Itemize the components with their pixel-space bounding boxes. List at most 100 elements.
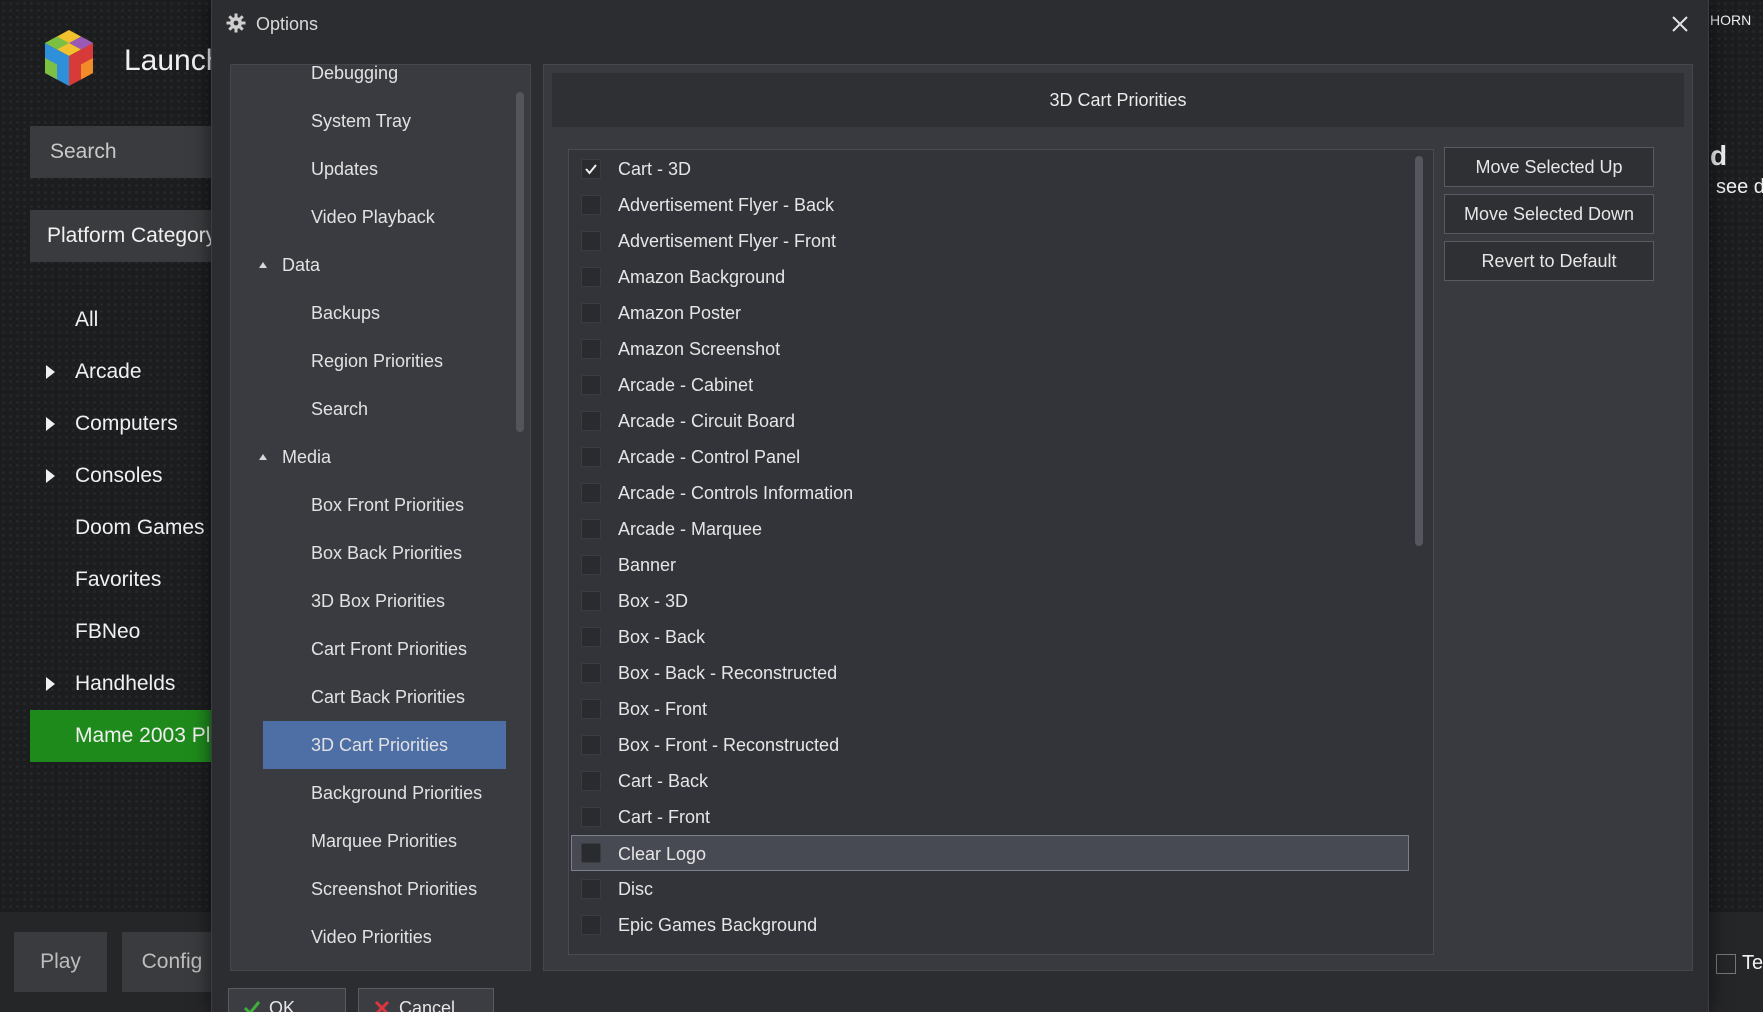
priority-item-arcade-marquee[interactable]: Arcade - Marquee bbox=[569, 511, 1409, 547]
checkbox[interactable] bbox=[581, 591, 601, 611]
checkbox[interactable] bbox=[581, 447, 601, 467]
priority-item-epic-games-background[interactable]: Epic Games Background bbox=[569, 907, 1409, 943]
priority-item-banner[interactable]: Banner bbox=[569, 547, 1409, 583]
priority-item-clear-logo[interactable]: Clear Logo bbox=[571, 835, 1409, 871]
priority-item-arcade-control-panel[interactable]: Arcade - Control Panel bbox=[569, 439, 1409, 475]
priority-item-label: Arcade - Controls Information bbox=[618, 483, 854, 503]
priority-item-arcade-cabinet[interactable]: Arcade - Cabinet bbox=[569, 367, 1409, 403]
dialog-title: Options bbox=[256, 14, 319, 34]
close-icon[interactable] bbox=[1666, 10, 1694, 38]
nav-item-cart-front-priorities[interactable]: Cart Front Priorities bbox=[231, 625, 530, 673]
nav-item-video-priorities[interactable]: Video Priorities bbox=[231, 913, 530, 961]
platform-item-doom-games[interactable]: Doom Games bbox=[30, 502, 230, 554]
checkbox[interactable] bbox=[581, 807, 601, 827]
dialog-titlebar[interactable]: Options bbox=[212, 0, 1708, 50]
nav-item-background-priorities[interactable]: Background Priorities bbox=[231, 769, 530, 817]
config-button[interactable]: Config bbox=[122, 932, 222, 992]
nav-item-label: Media bbox=[282, 447, 332, 467]
nav-item-cart-back-priorities[interactable]: Cart Back Priorities bbox=[231, 673, 530, 721]
priority-item-cart-3d[interactable]: Cart - 3D bbox=[569, 151, 1409, 187]
checkbox[interactable] bbox=[581, 663, 601, 683]
nav-item-box-back-priorities[interactable]: Box Back Priorities bbox=[231, 529, 530, 577]
nav-item-3d-box-priorities[interactable]: 3D Box Priorities bbox=[231, 577, 530, 625]
checkbox[interactable] bbox=[581, 699, 601, 719]
expand-arrow-icon[interactable] bbox=[46, 365, 55, 379]
checkbox[interactable] bbox=[581, 843, 601, 863]
priority-list-scrollbar-thumb[interactable] bbox=[1415, 156, 1423, 546]
checkbox[interactable] bbox=[581, 411, 601, 431]
nav-item-3d-cart-priorities[interactable]: 3D Cart Priorities bbox=[263, 721, 506, 769]
platform-item-arcade[interactable]: Arcade bbox=[30, 346, 230, 398]
expand-arrow-icon[interactable] bbox=[46, 417, 55, 431]
expand-arrow-icon[interactable] bbox=[46, 469, 55, 483]
priority-item-disc[interactable]: Disc bbox=[569, 871, 1409, 907]
checkbox[interactable] bbox=[581, 267, 601, 287]
nav-item-updates[interactable]: Updates bbox=[231, 145, 530, 193]
nav-item-region-priorities[interactable]: Region Priorities bbox=[231, 337, 530, 385]
checkbox[interactable] bbox=[581, 771, 601, 791]
priority-item-amazon-screenshot[interactable]: Amazon Screenshot bbox=[569, 331, 1409, 367]
nav-item-box-front-priorities[interactable]: Box Front Priorities bbox=[231, 481, 530, 529]
priority-item-box-front[interactable]: Box - Front bbox=[569, 691, 1409, 727]
platform-item-all[interactable]: All bbox=[30, 294, 230, 346]
checkmark-icon bbox=[243, 1001, 261, 1012]
nav-item-data[interactable]: Data bbox=[231, 241, 530, 289]
nav-item-debugging[interactable]: Debugging bbox=[231, 65, 530, 97]
nav-item-screenshot-priorities[interactable]: Screenshot Priorities bbox=[231, 865, 530, 913]
priority-item-box-front-reconstructed[interactable]: Box - Front - Reconstructed bbox=[569, 727, 1409, 763]
nav-item-system-tray[interactable]: System Tray bbox=[231, 97, 530, 145]
checkbox[interactable] bbox=[581, 735, 601, 755]
checkbox[interactable] bbox=[581, 519, 601, 539]
nav-item-marquee-priorities[interactable]: Marquee Priorities bbox=[231, 817, 530, 865]
checkbox[interactable] bbox=[581, 627, 601, 647]
checkbox[interactable] bbox=[581, 231, 601, 251]
platform-item-handhelds[interactable]: Handhelds bbox=[30, 658, 230, 710]
platform-item-consoles[interactable]: Consoles bbox=[30, 450, 230, 502]
bottom-checkbox[interactable] bbox=[1716, 954, 1736, 974]
platform-category-dropdown[interactable]: Platform Category bbox=[30, 210, 230, 262]
priority-item-arcade-controls-information[interactable]: Arcade - Controls Information bbox=[569, 475, 1409, 511]
cancel-button[interactable]: Cancel bbox=[358, 988, 494, 1012]
collapse-triangle-icon[interactable] bbox=[259, 454, 267, 460]
revert-to-default-button[interactable]: Revert to Default bbox=[1444, 241, 1654, 281]
priority-item-box-3d[interactable]: Box - 3D bbox=[569, 583, 1409, 619]
content-title: 3D Cart Priorities bbox=[552, 73, 1684, 127]
priority-item-amazon-poster[interactable]: Amazon Poster bbox=[569, 295, 1409, 331]
priority-item-label: Box - Front - Reconstructed bbox=[618, 735, 840, 755]
platform-item-mame-2003-pl[interactable]: Mame 2003 Pl bbox=[30, 710, 230, 762]
nav-scrollbar-thumb[interactable] bbox=[516, 92, 524, 432]
nav-item-video-playback[interactable]: Video Playback bbox=[231, 193, 530, 241]
platform-item-computers[interactable]: Computers bbox=[30, 398, 230, 450]
platform-item-favorites[interactable]: Favorites bbox=[30, 554, 230, 606]
checkbox[interactable] bbox=[581, 915, 601, 935]
checkbox[interactable] bbox=[581, 555, 601, 575]
collapse-triangle-icon[interactable] bbox=[259, 262, 267, 268]
priority-item-arcade-circuit-board[interactable]: Arcade - Circuit Board bbox=[569, 403, 1409, 439]
priority-item-cart-back[interactable]: Cart - Back bbox=[569, 763, 1409, 799]
nav-item-backups[interactable]: Backups bbox=[231, 289, 530, 337]
checkbox[interactable] bbox=[581, 303, 601, 323]
checkbox[interactable] bbox=[581, 879, 601, 899]
priority-item-label: Cart - 3D bbox=[618, 159, 692, 179]
priority-item-cart-front[interactable]: Cart - Front bbox=[569, 799, 1409, 835]
play-button[interactable]: Play bbox=[14, 932, 107, 992]
expand-arrow-icon[interactable] bbox=[46, 677, 55, 691]
move-selected-up-button[interactable]: Move Selected Up bbox=[1444, 147, 1654, 187]
checkbox[interactable] bbox=[581, 195, 601, 215]
checkbox[interactable] bbox=[581, 375, 601, 395]
priority-item-box-back-reconstructed[interactable]: Box - Back - Reconstructed bbox=[569, 655, 1409, 691]
move-selected-down-button[interactable]: Move Selected Down bbox=[1444, 194, 1654, 234]
priority-item-advertisement-flyer-front[interactable]: Advertisement Flyer - Front bbox=[569, 223, 1409, 259]
nav-item-media[interactable]: Media bbox=[231, 433, 530, 481]
priority-item-advertisement-flyer-back[interactable]: Advertisement Flyer - Back bbox=[569, 187, 1409, 223]
platform-item-label: Mame 2003 Pl bbox=[75, 724, 211, 747]
search-input[interactable]: Search bbox=[30, 126, 230, 178]
platform-item-fbneo[interactable]: FBNeo bbox=[30, 606, 230, 658]
checkbox-checked[interactable] bbox=[581, 159, 601, 179]
priority-item-box-back[interactable]: Box - Back bbox=[569, 619, 1409, 655]
checkbox[interactable] bbox=[581, 483, 601, 503]
ok-button[interactable]: OK bbox=[228, 988, 346, 1012]
checkbox[interactable] bbox=[581, 339, 601, 359]
priority-item-amazon-background[interactable]: Amazon Background bbox=[569, 259, 1409, 295]
nav-item-search[interactable]: Search bbox=[231, 385, 530, 433]
